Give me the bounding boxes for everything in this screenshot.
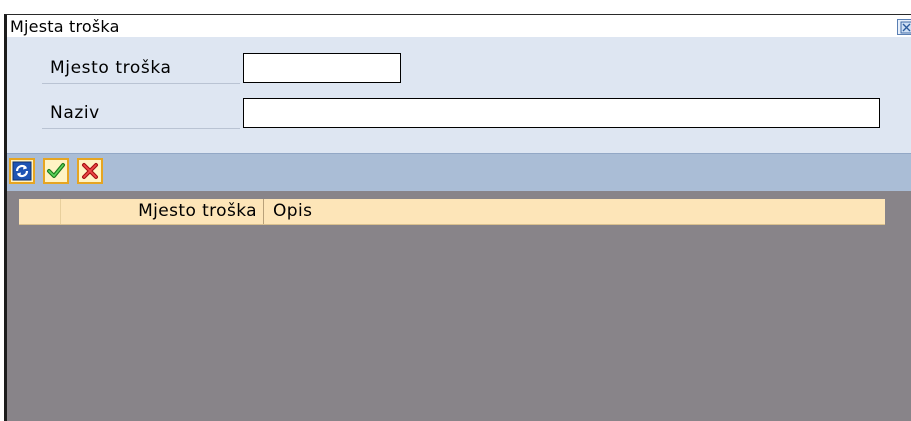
cost-center-label: Mjesto troška <box>42 53 240 84</box>
title-bar: Mjesta troška <box>7 15 911 37</box>
cost-centers-dialog: Mjesta troška Mjesto troška Naziv Mjesto… <box>4 14 911 421</box>
name-label: Naziv <box>42 98 240 129</box>
column-header-description[interactable]: Opis <box>264 199 312 224</box>
results-grid: Mjesto troška Opis <box>7 191 911 421</box>
cancel-icon <box>80 161 100 181</box>
dialog-title: Mjesta troška <box>10 17 120 36</box>
close-icon <box>898 20 911 34</box>
selection-form: Mjesto troška Naziv <box>7 37 911 153</box>
name-input[interactable] <box>243 98 880 128</box>
confirm-button[interactable] <box>43 158 69 184</box>
checkmark-icon <box>46 161 66 181</box>
toolbar <box>7 153 911 191</box>
refresh-icon <box>12 161 32 181</box>
column-header-cost-center[interactable]: Mjesto troška <box>61 199 264 224</box>
row-selector-header[interactable] <box>19 199 61 224</box>
close-button[interactable] <box>897 19 911 35</box>
cost-center-input[interactable] <box>243 53 401 83</box>
grid-header: Mjesto troška Opis <box>19 199 885 225</box>
cancel-button[interactable] <box>77 158 103 184</box>
refresh-button[interactable] <box>9 158 35 184</box>
